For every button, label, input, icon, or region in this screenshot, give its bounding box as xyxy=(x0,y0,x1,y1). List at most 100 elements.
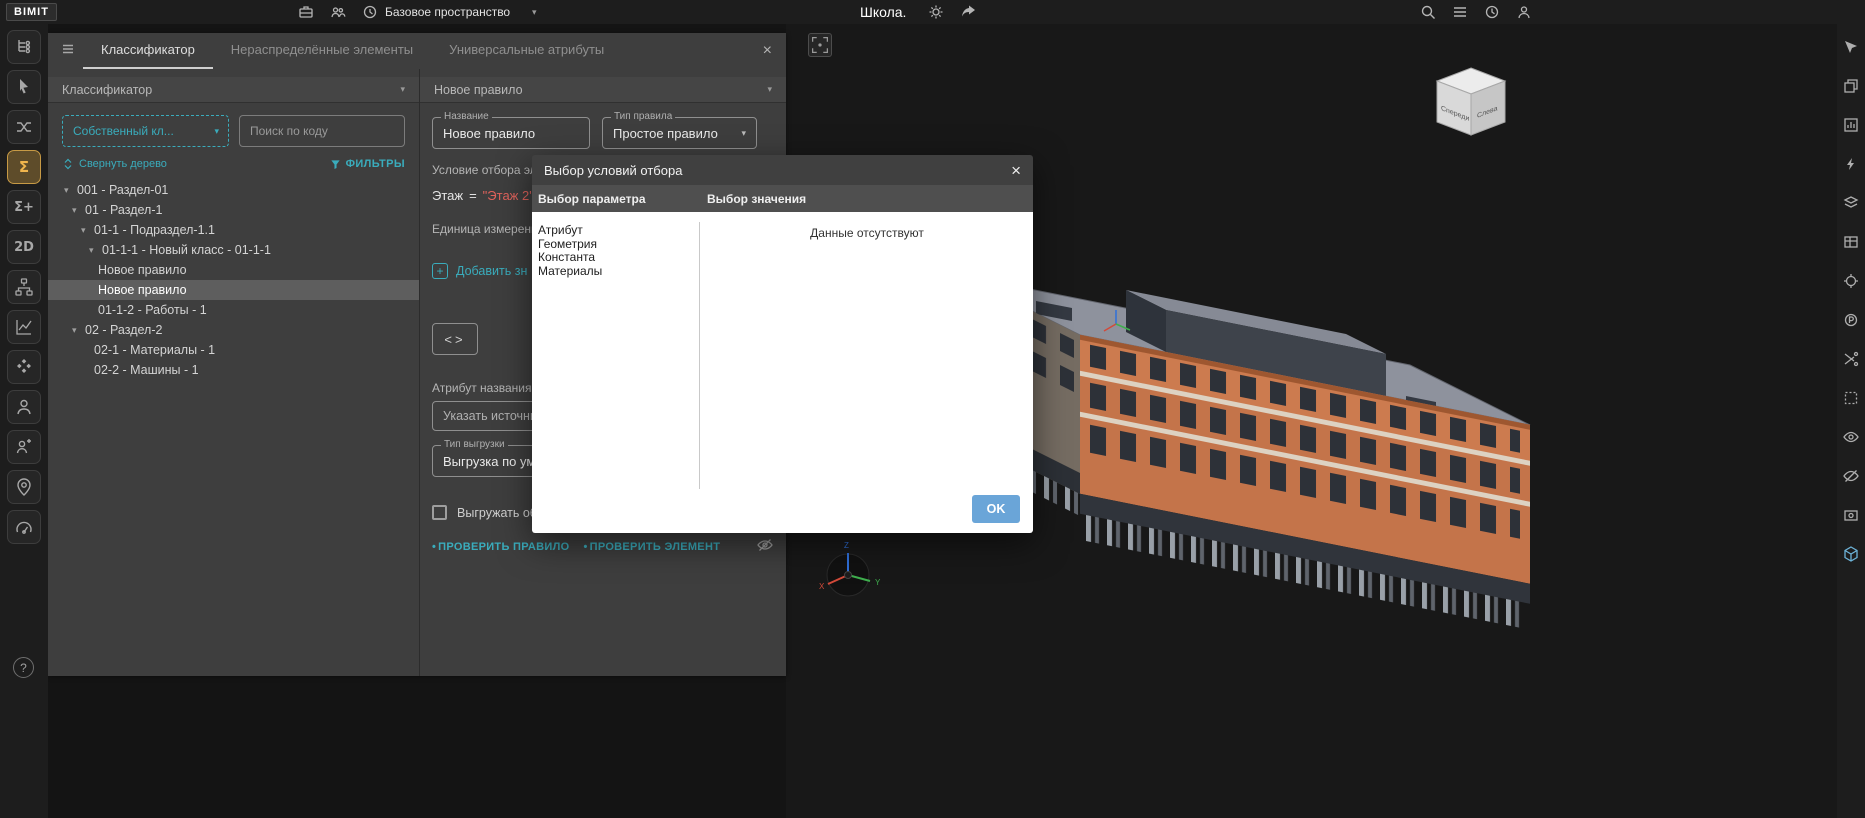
axis-y-label: Y xyxy=(875,578,881,587)
parameter-item[interactable]: Материалы xyxy=(538,265,701,279)
relations-icon[interactable] xyxy=(7,110,41,144)
user-profile-icon[interactable] xyxy=(7,390,41,424)
share-icon[interactable] xyxy=(960,4,976,20)
export-type-value: Выгрузка по умо xyxy=(443,454,543,469)
tree-item[interactable]: 01-1-2 - Работы - 1 xyxy=(48,300,419,320)
rule-name-label: Название xyxy=(441,111,492,122)
workspace-selector[interactable]: Базовое пространство xyxy=(385,0,510,24)
classifier-dropdown[interactable]: Классификатор ▾ xyxy=(48,77,419,103)
tree-item-label: 001 - Раздел-01 xyxy=(77,183,168,197)
tree-item[interactable]: ▾01 - Раздел-1 xyxy=(48,200,419,220)
chart-frame-icon[interactable] xyxy=(1843,116,1860,133)
rule-type-label: Тип правила xyxy=(611,111,675,122)
tree-item-label: Новое правило xyxy=(98,283,187,297)
classifier-structure-icon[interactable] xyxy=(7,30,41,64)
user-add-icon[interactable] xyxy=(7,430,41,464)
eye-off-icon[interactable] xyxy=(756,536,774,557)
tree-item[interactable]: ▾01-1-1 - Новый класс - 01-1-1 xyxy=(48,240,419,260)
visibility-eye-off-icon[interactable] xyxy=(1843,467,1860,484)
column-divider xyxy=(699,222,700,489)
rule-dropdown-label: Новое правило xyxy=(434,83,523,97)
ok-button[interactable]: OK xyxy=(972,495,1020,523)
search-icon[interactable] xyxy=(1420,4,1436,20)
bounding-box-icon[interactable] xyxy=(1843,389,1860,406)
viewport-focus-tool[interactable] xyxy=(808,33,832,57)
lightning-icon[interactable] xyxy=(1843,155,1860,172)
sum-add-icon[interactable]: Σ+ xyxy=(7,190,41,224)
rule-dropdown[interactable]: Новое правило ▾ xyxy=(420,77,786,103)
plus-icon: + xyxy=(432,263,448,279)
plugins-icon[interactable] xyxy=(7,350,41,384)
check-element-button[interactable]: • ПРОВЕРИТЬ ЭЛЕМЕНТ xyxy=(583,541,720,553)
history-icon[interactable] xyxy=(362,4,378,20)
grid-table-icon[interactable] xyxy=(1843,233,1860,250)
tab-classifier[interactable]: Классификатор xyxy=(83,33,213,69)
user-location-icon[interactable] xyxy=(7,470,41,504)
user-icon[interactable] xyxy=(1516,4,1532,20)
code-view-button[interactable]: <> xyxy=(432,323,478,355)
tab-unassigned-elements[interactable]: Нераспределённые элементы xyxy=(213,33,431,69)
rule-name-input[interactable] xyxy=(443,126,579,141)
chevron-down-icon[interactable]: ▾ xyxy=(532,0,537,24)
tree-item[interactable]: 02-2 - Машины - 1 xyxy=(48,360,419,380)
tab-universal-attributes[interactable]: Универсальные атрибуты xyxy=(431,33,622,69)
tree-item-label: 01-1-2 - Работы - 1 xyxy=(98,303,207,317)
gauge-icon[interactable] xyxy=(7,510,41,544)
tree-item-selected[interactable]: Новое правило xyxy=(48,280,419,300)
help-button[interactable]: ? xyxy=(13,657,34,678)
select-box-icon[interactable] xyxy=(1843,38,1860,55)
axis-gizmo[interactable]: Y X Z xyxy=(819,541,881,596)
close-icon[interactable]: × xyxy=(763,42,772,60)
building-model[interactable] xyxy=(960,275,1530,630)
modal-header: Выбор условий отбора × xyxy=(532,155,1033,185)
caret-down-icon[interactable]: ▾ xyxy=(72,325,85,336)
2d-view-icon[interactable]: 2D xyxy=(7,230,41,264)
point-marker-icon[interactable] xyxy=(1843,311,1860,328)
toolbox-icon[interactable] xyxy=(298,4,314,20)
chevron-down-icon: ▾ xyxy=(741,128,746,139)
hamburger-icon[interactable] xyxy=(48,42,83,61)
tree-item[interactable]: 02-1 - Материалы - 1 xyxy=(48,340,419,360)
caret-down-icon[interactable]: ▾ xyxy=(72,205,85,216)
analytics-chart-icon[interactable] xyxy=(7,310,41,344)
parameter-item[interactable]: Константа xyxy=(538,251,701,265)
view-cube[interactable]: Спереди Слева xyxy=(1437,68,1505,135)
center-target-icon[interactable] xyxy=(1843,272,1860,289)
hide-object-icon[interactable] xyxy=(1843,506,1860,523)
parameter-column-header: Выбор параметра xyxy=(532,192,701,206)
app-logo[interactable]: BIMIT xyxy=(6,3,57,21)
close-icon[interactable]: × xyxy=(1011,162,1021,179)
caret-down-icon[interactable]: ▾ xyxy=(64,185,77,196)
tree-item-label: 02 - Раздел-2 xyxy=(85,323,162,337)
sum-rules-icon[interactable]: Σ xyxy=(7,150,41,184)
team-icon[interactable] xyxy=(330,4,346,20)
select-cursor-icon[interactable] xyxy=(7,70,41,104)
gear-icon[interactable] xyxy=(928,4,944,20)
caret-down-icon[interactable]: ▾ xyxy=(89,245,102,256)
rule-type-select[interactable]: Тип правила Простое правило ▾ xyxy=(602,117,757,149)
modal-body: Атрибут Геометрия Константа Материалы Да… xyxy=(532,212,1033,485)
section-cut-icon[interactable] xyxy=(1843,350,1860,367)
copy-layers-icon[interactable] xyxy=(1843,77,1860,94)
tree-item[interactable]: ▾01-1 - Подраздел-1.1 xyxy=(48,220,419,240)
checkbox-unchecked-icon[interactable] xyxy=(432,505,447,520)
collapse-tree-link[interactable]: Свернуть дерево xyxy=(62,158,167,170)
tree-item-label: 02-2 - Машины - 1 xyxy=(94,363,199,377)
tree-item[interactable]: ▾02 - Раздел-2 xyxy=(48,320,419,340)
code-search-input[interactable] xyxy=(239,115,405,147)
section-layers-icon[interactable] xyxy=(1843,194,1860,211)
visibility-eye-icon[interactable] xyxy=(1843,428,1860,445)
clock-icon[interactable] xyxy=(1484,4,1500,20)
filters-button[interactable]: ФИЛЬТРЫ xyxy=(330,158,405,170)
list-menu-icon[interactable] xyxy=(1452,4,1468,20)
bullet-icon: • xyxy=(432,541,436,553)
tree-item[interactable]: ▾001 - Раздел-01 xyxy=(48,180,419,200)
model-cube-icon[interactable] xyxy=(1843,545,1860,562)
caret-down-icon[interactable]: ▾ xyxy=(81,225,94,236)
own-classifier-select[interactable]: Собственный кл... ▾ xyxy=(62,115,229,147)
tree-item[interactable]: Новое правило xyxy=(48,260,419,280)
structure-tree-icon[interactable] xyxy=(7,270,41,304)
parameter-item[interactable]: Атрибут xyxy=(538,224,701,238)
parameter-item[interactable]: Геометрия xyxy=(538,238,701,252)
check-rule-button[interactable]: • ПРОВЕРИТЬ ПРАВИЛО xyxy=(432,541,569,553)
